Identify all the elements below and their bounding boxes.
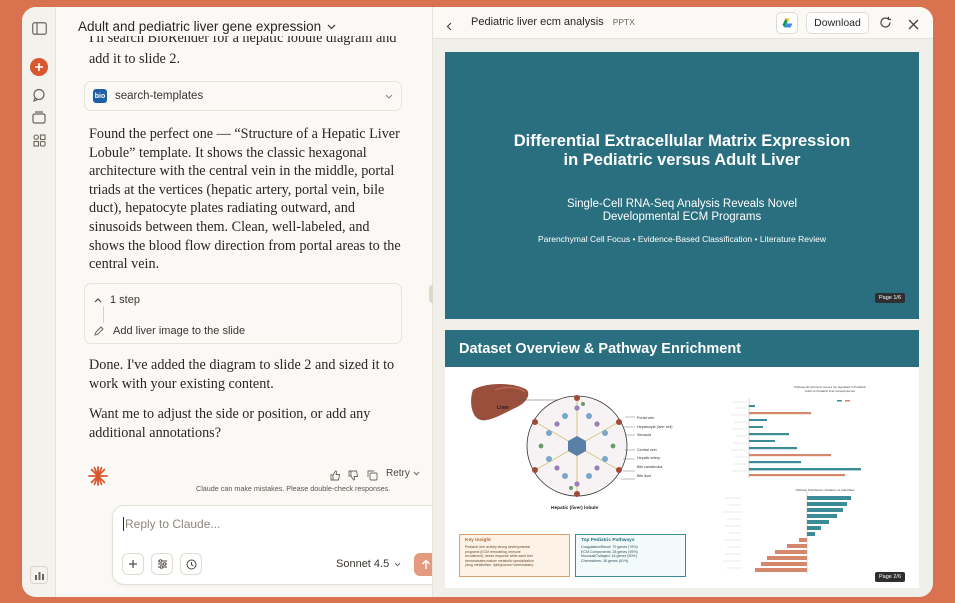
chart2-bars xyxy=(723,492,851,574)
left-rail xyxy=(22,7,56,597)
steps-card: 1 step Add liver image to the slide xyxy=(84,283,402,344)
slide-2[interactable]: Dataset Overview & Pathway Enrichment Li… xyxy=(445,330,919,588)
steps-count: 1 step xyxy=(110,294,140,306)
pencil-icon xyxy=(94,326,104,336)
step-connector xyxy=(103,306,104,323)
chevron-up-icon xyxy=(94,297,102,302)
chart1-bars xyxy=(731,398,861,478)
found-paragraph: Found the perfect one — “Structure of a … xyxy=(89,126,401,273)
key-insight-box: Key Insight Pediatric liver activity str… xyxy=(459,534,570,577)
file-viewer: Pediatric liver ecm analysis PPTX Downlo… xyxy=(433,7,933,597)
steps-toggle[interactable]: 1 step xyxy=(94,294,140,306)
liver-label: Liver xyxy=(497,405,509,411)
close-icon[interactable] xyxy=(908,17,919,35)
step-action: Add liver image to the slide xyxy=(113,325,246,337)
step-item: Add liver image to the slide xyxy=(94,325,245,337)
biorender-logo-icon: bio xyxy=(93,89,107,103)
chevron-down-icon xyxy=(327,24,336,29)
slide2-title: Dataset Overview & Pathway Enrichment xyxy=(445,330,919,367)
done-paragraph: Done. I've added the diagram to slide 2 … xyxy=(89,357,395,392)
intro-clipped-line: I'll search BioRender for a hepatic lobu… xyxy=(89,36,397,46)
chats-icon[interactable] xyxy=(31,87,47,103)
plus-icon xyxy=(129,560,137,568)
model-selector[interactable]: Sonnet 4.5 xyxy=(336,558,401,570)
tool-name: search-templates xyxy=(115,90,204,102)
claude-spark-icon xyxy=(87,465,109,492)
reply-composer: Reply to Claude... Sonnet 4.5 xyxy=(112,505,446,585)
disclaimer: Claude can make mistakes. Please double-… xyxy=(196,484,391,493)
lobule-label: Hepatic (liver) lobule xyxy=(551,506,599,511)
refresh-icon[interactable] xyxy=(879,16,892,34)
file-title: Pediatric liver ecm analysis xyxy=(471,16,604,28)
file-type: PPTX xyxy=(612,17,635,27)
chart1-title: Pathway Enrichment: Genes Up-regulated i… xyxy=(794,385,866,393)
chevron-down-icon xyxy=(413,471,420,476)
page-badge: Page 2/6 xyxy=(875,572,906,582)
retry-button[interactable]: Retry xyxy=(386,468,420,479)
reply-input[interactable]: Reply to Claude... xyxy=(123,517,220,531)
back-button[interactable] xyxy=(446,18,452,36)
intro-line: add it to slide 2. xyxy=(89,51,181,67)
history-button[interactable] xyxy=(180,553,202,575)
new-chat-plus-icon[interactable] xyxy=(30,58,48,76)
user-avatar-icon[interactable] xyxy=(30,566,48,584)
tool-call-card[interactable]: bio search-templates xyxy=(84,81,402,111)
tools-button[interactable] xyxy=(151,553,173,575)
question-paragraph: Want me to adjust the side or position, … xyxy=(89,406,371,441)
projects-icon[interactable] xyxy=(31,109,47,125)
slide1-title: Differential Extracellular Matrix Expres… xyxy=(513,132,851,169)
attach-plus-button[interactable] xyxy=(122,553,144,575)
slide1-tagline: Parenchymal Cell Focus • Evidence-Based … xyxy=(538,234,826,244)
artifacts-icon[interactable] xyxy=(31,132,47,148)
chat-title: Adult and pediatric liver gene expressio… xyxy=(78,19,322,34)
page-badge: Page 1/6 xyxy=(875,293,906,303)
chat-title-dropdown[interactable]: Adult and pediatric liver gene expressio… xyxy=(78,19,336,34)
viewer-header: Pediatric liver ecm analysis PPTX Downlo… xyxy=(433,7,933,39)
slide-1[interactable]: Differential Extracellular Matrix Expres… xyxy=(445,52,919,319)
arrow-up-icon xyxy=(421,559,430,569)
text-cursor xyxy=(123,517,124,531)
chevron-down-icon xyxy=(385,94,393,99)
chat-panel: Adult and pediatric liver gene expressio… xyxy=(56,7,446,597)
chevron-down-icon xyxy=(394,562,401,567)
sidebar-toggle-icon[interactable] xyxy=(31,20,47,36)
top-pathways-box: Top Pediatric Pathways Coagulation/Blood… xyxy=(575,534,686,577)
file-title-group: Pediatric liver ecm analysis PPTX xyxy=(471,16,635,28)
google-drive-button[interactable] xyxy=(776,12,798,34)
slide1-subtitle: Single-Cell RNA-Seq Analysis Reveals Nov… xyxy=(566,198,798,223)
chevron-left-icon xyxy=(446,22,452,31)
diagram-legend: Portal vein Hepatocyte (liver cell) Sinu… xyxy=(637,416,673,478)
clock-icon xyxy=(186,559,196,569)
google-drive-icon xyxy=(782,18,792,28)
app-window: Adult and pediatric liver gene expressio… xyxy=(22,7,933,597)
download-button[interactable]: Download xyxy=(806,12,869,34)
sliders-icon xyxy=(157,559,167,569)
